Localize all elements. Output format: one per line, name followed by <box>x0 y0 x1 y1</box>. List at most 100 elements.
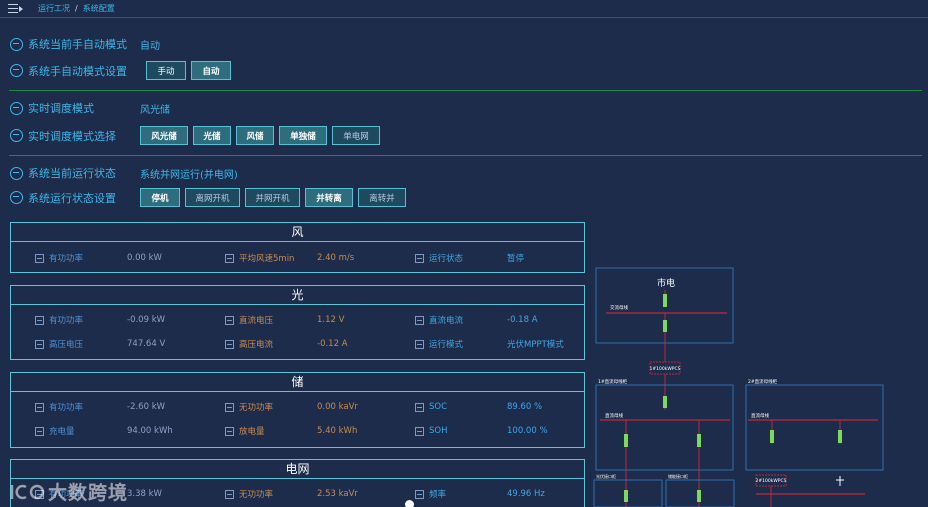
cell-value: 49.96 Hz <box>507 489 545 499</box>
breadcrumb-second[interactable]: 系统配置 <box>83 3 115 14</box>
cell-value: 1.12 V <box>317 315 345 325</box>
cell-label: 高压电压 <box>49 340 84 350</box>
cell-label: 直流电压 <box>239 316 274 326</box>
switch-icon <box>697 434 701 447</box>
cell-label: 直流电流 <box>429 316 464 326</box>
power-icon <box>35 253 44 263</box>
divider <box>9 155 922 156</box>
dispatch-mode-label: 实时调度模式 <box>28 102 94 115</box>
pcs2-label: 2#100kWPCS <box>756 478 787 484</box>
mode-setting-row: 系统手自动模式设置 手动 自动 <box>10 61 236 80</box>
cell-value: 0.00 kW <box>127 253 162 263</box>
power-icon <box>415 426 424 436</box>
status-icon <box>10 37 23 51</box>
cell-value: 3.38 kW <box>127 489 162 499</box>
power-icon <box>415 402 424 412</box>
storage-row: 有功功率 -2.60 kW 无功功率 0.00 kaVr SOC 89.60 % <box>11 395 584 419</box>
cell-value: -0.18 A <box>507 315 538 325</box>
current-mode-row: 系统当前手自动模式 自动 <box>10 36 160 52</box>
manual-button[interactable]: 手动 <box>146 61 186 80</box>
dc-panel-2-label: 2#直流母线柜 <box>748 378 778 385</box>
power-icon <box>35 402 44 412</box>
watermark-logo-icon <box>10 484 45 499</box>
cell-label: 运行模式 <box>429 340 464 350</box>
current-mode-label: 系统当前手自动模式 <box>28 38 127 51</box>
cell-value: 89.60 % <box>507 402 543 412</box>
stop-button[interactable]: 停机 <box>140 188 180 207</box>
cell-label: SOH <box>429 426 448 436</box>
wind-storage-button[interactable]: 风储 <box>236 126 274 145</box>
cell-value: 光伏MPPT模式 <box>507 340 564 350</box>
divider <box>9 90 922 91</box>
switch-icon <box>770 430 774 443</box>
dc-bus-2-label: 直流母线 <box>751 412 769 419</box>
dispatch-mode-value: 风光储 <box>140 104 170 116</box>
grid-only-button[interactable]: 单电网 <box>332 126 380 145</box>
watermark: 大数跨境 <box>8 478 128 505</box>
offgrid-to-ongrid-button[interactable]: 离转并 <box>358 188 406 207</box>
run-state-value: 系统并网运行(并电网) <box>140 169 238 181</box>
status-icon <box>10 64 23 77</box>
pcs-label: 1#100kWPCS <box>650 366 681 372</box>
ac-bus-label: 交流母线 <box>610 304 628 311</box>
cursor-dot <box>405 500 414 507</box>
cell-label: 平均风速5min <box>239 254 295 264</box>
dispatch-mode-row: 实时调度模式 风光储 <box>10 100 170 116</box>
breadcrumb-first[interactable]: 运行工况 <box>38 3 70 14</box>
auto-button[interactable]: 自动 <box>191 61 231 80</box>
ongrid-to-offgrid-button[interactable]: 并转离 <box>305 188 353 207</box>
cell-label: 频率 <box>429 490 447 500</box>
offgrid-start-button[interactable]: 离网开机 <box>185 188 240 207</box>
wind-solar-storage-button[interactable]: 风光储 <box>140 126 188 145</box>
cell-label: 放电量 <box>239 427 265 437</box>
solar-panel: 光 有功功率 -0.09 kW 直流电压 1.12 V 直流电流 -0.18 A 高压… <box>10 285 585 360</box>
watermark-text: 大数跨境 <box>48 482 129 504</box>
cell-label: 高压电流 <box>239 340 274 350</box>
breadcrumb-separator: / <box>75 4 78 13</box>
run-state-label: 系统当前运行状态 <box>28 167 116 180</box>
storage-row: 充电量 94.00 kWh 放电量 5.40 kWh SOH 100.00 % <box>11 419 584 443</box>
cell-value: 0.00 kaVr <box>317 402 358 412</box>
cell-value: 5.40 kWh <box>317 426 358 436</box>
power-icon <box>415 315 424 325</box>
cell-label: 有功功率 <box>49 403 84 413</box>
cell-value: 暂停 <box>507 254 525 264</box>
run-state-row: 系统当前运行状态 系统并网运行(并电网) <box>10 165 238 181</box>
switch-icon <box>663 294 667 307</box>
storage-panel-title: 储 <box>11 373 584 392</box>
solar-panel-title: 光 <box>11 286 584 305</box>
menu-icon[interactable] <box>8 3 24 14</box>
power-icon <box>35 339 44 349</box>
cell-value: -0.12 A <box>317 339 348 349</box>
storage-only-button[interactable]: 单独储 <box>279 126 327 145</box>
power-icon <box>415 253 424 263</box>
power-icon <box>225 426 234 436</box>
status-icon <box>10 101 23 115</box>
cell-value: 2.40 m/s <box>317 253 355 263</box>
dc-panel-2 <box>745 384 884 471</box>
power-icon <box>225 489 234 499</box>
top-bar: 运行工况 / 系统配置 <box>0 0 928 18</box>
power-icon <box>35 315 44 325</box>
switch-icon <box>663 396 667 408</box>
cell-label: 充电量 <box>49 427 75 437</box>
power-icon <box>225 402 234 412</box>
switch-icon <box>663 320 667 332</box>
cell-value: 747.64 V <box>127 339 166 349</box>
cell-label: 有功功率 <box>49 316 84 326</box>
power-icon <box>225 315 234 325</box>
ongrid-start-button[interactable]: 并网开机 <box>245 188 300 207</box>
status-icon <box>10 166 23 180</box>
cell-label: 无功功率 <box>239 490 274 500</box>
power-icon <box>225 339 234 349</box>
wind-row: 有功功率 0.00 kW 平均风速5min 2.40 m/s 运行状态 暂停 <box>11 246 584 270</box>
solar-storage-button[interactable]: 光储 <box>193 126 231 145</box>
dc-bus-1-label: 直流母线 <box>605 412 623 419</box>
cell-value: 2.53 kaVr <box>317 489 358 499</box>
switch-icon <box>624 434 628 447</box>
switch-icon <box>697 490 701 502</box>
power-icon <box>35 426 44 436</box>
cell-label: 无功功率 <box>239 403 274 413</box>
dispatch-select-label: 实时调度模式选择 <box>28 129 116 143</box>
status-icon <box>10 191 23 204</box>
